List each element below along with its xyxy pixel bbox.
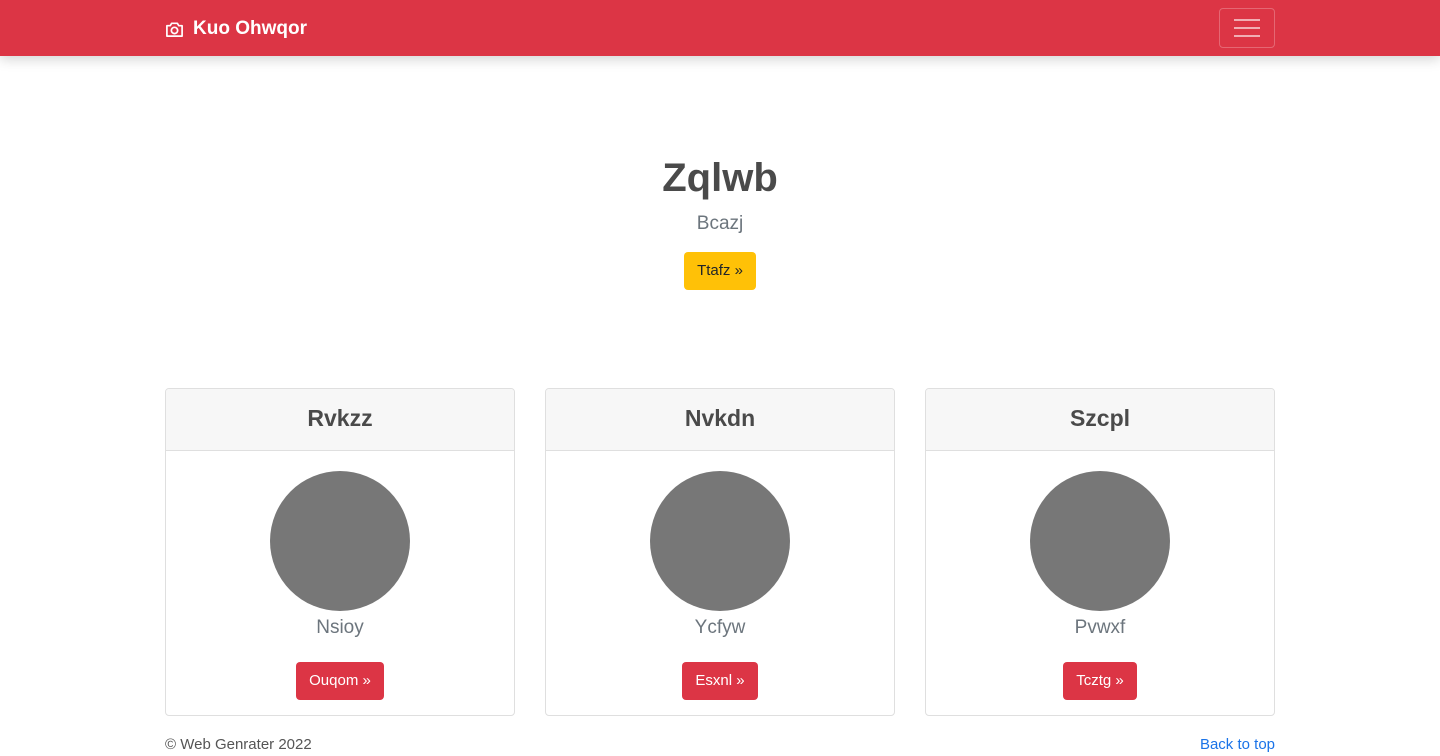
brand-link[interactable]: Kuo Ohwqor: [165, 15, 307, 43]
camera-icon: [166, 21, 183, 37]
card-body: Ycfyw Esxnl »: [546, 451, 894, 700]
hamburger-menu-icon: [1234, 19, 1260, 37]
hero-section: Zqlwb Bcazj Ttafz »: [0, 150, 1440, 290]
avatar-placeholder: [650, 471, 790, 611]
card-button[interactable]: Tcztg »: [1063, 662, 1137, 700]
card-name: Ycfyw: [694, 617, 746, 638]
hero-title: Zqlwb: [662, 156, 778, 200]
card-button[interactable]: Esxnl »: [682, 662, 758, 700]
footer-copyright: © Web Genrater 2022: [165, 736, 312, 753]
card: Szcpl Pvwxf Tcztg »: [925, 388, 1275, 716]
avatar-placeholder: [270, 471, 410, 611]
brand-name: Kuo Ohwqor: [193, 18, 307, 39]
avatar-placeholder: [1030, 471, 1170, 611]
card-title: Rvkzz: [166, 389, 514, 451]
card-title: Nvkdn: [546, 389, 894, 451]
hero-subtitle: Bcazj: [696, 213, 744, 234]
navbar: Kuo Ohwqor: [0, 0, 1440, 56]
card: Rvkzz Nsioy Ouqom »: [165, 388, 515, 716]
card-button[interactable]: Ouqom »: [296, 662, 384, 700]
card-body: Pvwxf Tcztg »: [926, 451, 1274, 700]
card-name: Nsioy: [316, 617, 364, 638]
card-name: Pvwxf: [1074, 617, 1126, 638]
card: Nvkdn Ycfyw Esxnl »: [545, 388, 895, 716]
navbar-toggler-button[interactable]: [1219, 8, 1275, 48]
card-body: Nsioy Ouqom »: [166, 451, 514, 700]
back-to-top-link[interactable]: Back to top: [1200, 735, 1275, 755]
hero-button[interactable]: Ttafz »: [684, 252, 756, 290]
card-title: Szcpl: [926, 389, 1274, 451]
